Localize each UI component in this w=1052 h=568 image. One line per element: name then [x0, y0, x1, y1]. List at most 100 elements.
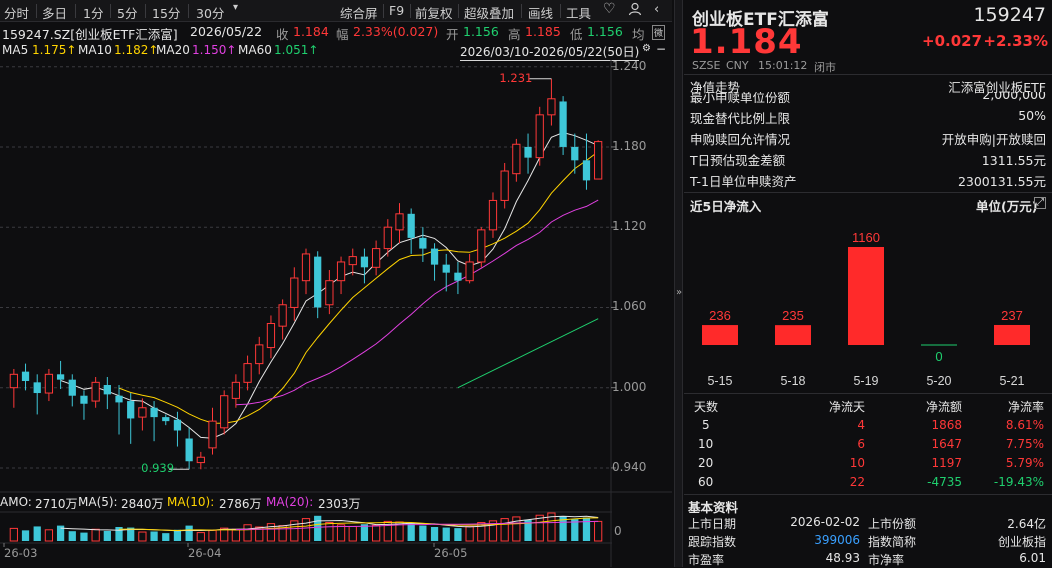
date-label: 26-04 — [188, 546, 222, 560]
volume-bar — [582, 517, 591, 541]
info-value: 50% — [1018, 108, 1046, 123]
info-label: T-1日单位申赎资产 — [690, 174, 797, 189]
super-overlay-button[interactable]: 超级叠加 — [464, 3, 514, 22]
candle-body — [266, 322, 276, 349]
candle-body — [162, 417, 170, 422]
wechat-badge-icon[interactable]: 微 — [652, 25, 666, 40]
volume-bar — [243, 524, 252, 542]
volume-bar — [442, 527, 450, 541]
info-label: 最小申赎单位份额 — [690, 92, 791, 105]
candle-body — [255, 344, 264, 365]
divider — [75, 4, 76, 18]
divider — [36, 4, 37, 18]
tab-intraday[interactable]: 分时 — [4, 3, 29, 22]
high-annotation: 1.231 — [499, 70, 533, 85]
expand-icon[interactable]: ⤢ — [1034, 197, 1046, 209]
basic-label: 跟踪指数 — [688, 535, 737, 549]
candle-body — [68, 379, 76, 396]
candle-body — [512, 143, 521, 175]
flow-bar — [994, 324, 1030, 345]
divider — [684, 74, 1052, 75]
candle-body — [500, 170, 509, 201]
basic-value: 创业板指 — [997, 535, 1046, 549]
candle-body — [395, 213, 404, 231]
quote-time: 15:01:12 — [758, 59, 808, 72]
tab-5min[interactable]: 5分 — [117, 3, 137, 22]
table-header: 净流额 — [925, 400, 962, 414]
vol-ma20-label: MA(20): — [266, 495, 314, 509]
double-chevron-right-icon[interactable]: » — [676, 287, 682, 298]
candle-body — [173, 419, 182, 431]
candle-body — [196, 456, 205, 464]
flow-bar — [775, 325, 811, 345]
dropdown-caret-icon[interactable]: ▾ — [233, 2, 238, 13]
ma20-value: 1.150↑ — [192, 43, 237, 57]
candle-body — [348, 256, 357, 266]
table-cell: -19.43% — [993, 475, 1044, 489]
volume-bar — [430, 527, 439, 541]
basic-value: 2026-02-02 — [790, 515, 860, 529]
volume-bar — [44, 529, 54, 542]
flow-value-label: 236 — [709, 308, 731, 323]
kline-chart[interactable] — [0, 60, 672, 567]
table-cell: 22 — [849, 475, 865, 489]
flow-table: 天数 净流天 净流额 净流率 5 4 1868 8.61% 10 6 1647 … — [684, 396, 1052, 492]
tab-1min[interactable]: 1分 — [83, 3, 103, 22]
basic-value: 2.64亿 — [1007, 517, 1046, 531]
candle-body — [571, 146, 579, 161]
y-tick-label: 0.940 — [612, 459, 647, 474]
market-status: 闭市 — [814, 61, 836, 74]
index-code-link[interactable]: 399006 — [814, 533, 860, 547]
gear-icon[interactable]: ⚙ — [642, 43, 651, 54]
vol-ma5-value: 2840万 — [121, 497, 164, 511]
volume-bar — [348, 525, 357, 542]
user-icon[interactable] — [628, 2, 642, 19]
flow-date-label: 5-20 — [926, 374, 951, 388]
forward-adjust-button[interactable]: 前复权 — [415, 3, 453, 22]
basic-label: 市盈率 — [688, 553, 725, 567]
composite-screen-button[interactable]: 综合屏 — [340, 3, 378, 22]
amo-value: 2710万 — [35, 497, 78, 511]
divider — [383, 4, 384, 18]
candle-body — [9, 373, 18, 389]
ma60-line — [457, 318, 599, 389]
volume-bar — [162, 533, 170, 541]
tab-15min[interactable]: 15分 — [152, 3, 180, 22]
volume-bar — [173, 529, 182, 541]
date-label: 26-05 — [434, 546, 468, 560]
ma5-label: MA5 — [2, 43, 29, 57]
change-value: 2.33%(0.027) — [353, 24, 439, 39]
f9-button[interactable]: F9 — [389, 3, 404, 18]
basic-label: 上市份额 — [868, 517, 917, 531]
flow-unit: 单位(万元) — [976, 199, 1038, 214]
candle-body — [325, 280, 334, 306]
list-item: 最小申赎单位份额 2,000,000 — [684, 92, 1052, 106]
candle-body — [208, 420, 217, 449]
heart-icon[interactable]: ♡ — [603, 1, 616, 17]
draw-line-button[interactable]: 画线 — [528, 3, 553, 22]
table-cell: 1647 — [931, 437, 962, 451]
panel-collapse-handle[interactable]: » — [674, 0, 683, 567]
volume-bar — [314, 515, 322, 541]
tab-30min[interactable]: 30分 — [196, 3, 224, 22]
candle-body — [314, 256, 322, 308]
candle-body — [33, 382, 41, 394]
volume-bar — [208, 529, 217, 542]
candle-body — [290, 277, 299, 308]
flow-value-label: 235 — [782, 308, 804, 323]
volume-bar — [231, 528, 241, 542]
volume-bar — [371, 524, 381, 542]
vol-ma10-value: 2786万 — [219, 497, 262, 511]
volume-bar — [138, 531, 147, 542]
tools-button[interactable]: 工具 — [566, 3, 591, 22]
volume-bar — [325, 522, 334, 542]
minus-icon[interactable]: − — [656, 42, 666, 56]
volume-bar — [407, 523, 415, 541]
vol-ma10-label: MA(10): — [167, 495, 215, 509]
avg-label: 均 — [632, 27, 645, 42]
volume-bar — [419, 525, 427, 541]
list-item: T-1日单位申赎资产 2300131.55元 — [684, 169, 1052, 190]
tab-multi-day[interactable]: 多日 — [42, 3, 67, 22]
chevron-left-icon[interactable]: ‹ — [654, 2, 659, 17]
price-change-pct: +2.33% — [983, 32, 1048, 50]
